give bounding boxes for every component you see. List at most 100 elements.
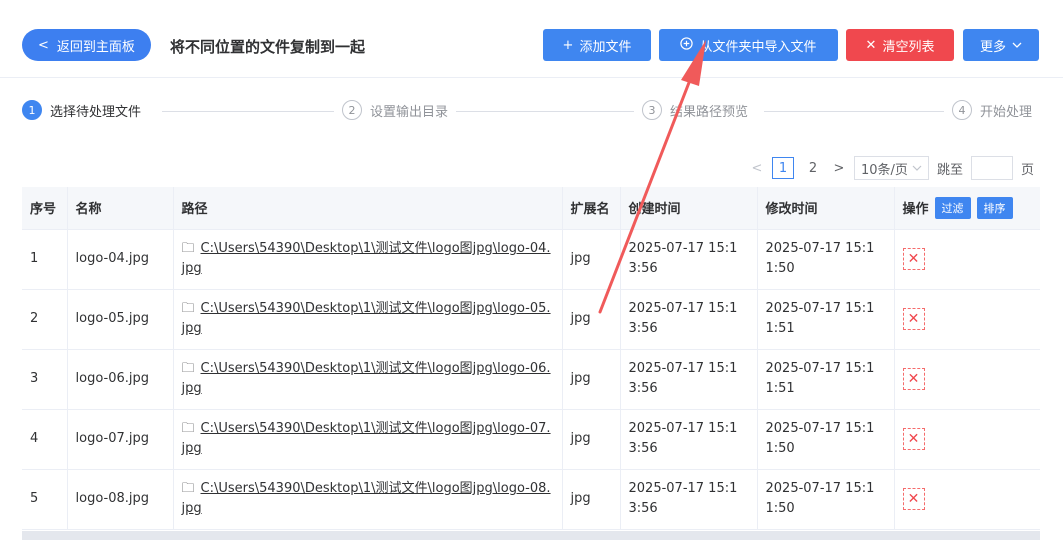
clear-list-button[interactable]: ✕ 清空列表 [846, 29, 954, 61]
col-index-header: 序号 [22, 187, 67, 230]
step-result-preview[interactable]: 3 结果路径预览 [634, 100, 757, 120]
close-icon: ✕ [865, 37, 877, 53]
step-select-files[interactable]: 1 选择待处理文件 [22, 100, 150, 120]
table-header-row: 序号 名称 路径 扩展名 创建时间 修改时间 操作 过滤 排序 [22, 187, 1040, 230]
back-to-dashboard-button[interactable]: < 返回到主面板 [22, 29, 151, 61]
row-actions: ✕ [893, 229, 1040, 290]
header-bar: < 返回到主面板 将不同位置的文件复制到一起 + 添加文件 从文件夹中导入文件 … [0, 0, 1063, 78]
add-file-label: 添加文件 [579, 39, 632, 55]
pagination: < 1 2 > 10条/页 跳至 页 [750, 156, 1034, 180]
modified-time: 2025-07-17 15:11:51 [756, 349, 894, 410]
step-number: 4 [952, 100, 972, 120]
page-1-button[interactable]: 1 [772, 157, 794, 179]
file-path-cell: 🗀 C:\Users\54390\Desktop\1\测试文件\logo图jpg\… [172, 289, 562, 350]
col-modified-header[interactable]: 修改时间 [756, 187, 894, 230]
step-connector [764, 111, 950, 112]
file-path-link[interactable]: C:\Users\54390\Desktop\1\测试文件\logo图jpg\l… [182, 241, 551, 276]
step-start-processing[interactable]: 4 开始处理 [944, 100, 1033, 120]
chevron-down-icon [1012, 38, 1022, 53]
step-number: 2 [342, 100, 362, 120]
folder-icon[interactable]: 🗀 [182, 479, 195, 499]
import-from-folder-button[interactable]: 从文件夹中导入文件 [659, 29, 838, 61]
clear-list-label: 清空列表 [882, 39, 935, 55]
modified-time: 2025-07-17 15:11:51 [756, 289, 894, 350]
file-path-link[interactable]: C:\Users\54390\Desktop\1\测试文件\logo图jpg\l… [182, 421, 551, 456]
created-time: 2025-07-17 15:13:56 [619, 409, 757, 470]
more-menu-button[interactable]: 更多 [963, 29, 1039, 61]
table-row[interactable]: 1 logo-04.jpg 🗀 C:\Users\54390\Desktop\1\测试… [22, 229, 1040, 290]
file-path-link[interactable]: C:\Users\54390\Desktop\1\测试文件\logo图jpg\l… [182, 301, 551, 336]
delete-row-button[interactable]: ✕ [902, 248, 925, 270]
file-path-link[interactable]: C:\Users\54390\Desktop\1\测试文件\logo图jpg\l… [182, 481, 551, 516]
page-suffix-label: 页 [1020, 162, 1034, 178]
col-actions-header: 操作 过滤 排序 [893, 187, 1040, 230]
step-number: 3 [642, 100, 662, 120]
file-path-cell: 🗀 C:\Users\54390\Desktop\1\测试文件\logo图jpg\… [172, 409, 562, 470]
col-name-header[interactable]: 名称 [66, 187, 173, 230]
filter-button[interactable]: 过滤 [934, 196, 971, 219]
file-name: logo-07.jpg [66, 409, 173, 470]
file-extension: jpg [561, 469, 620, 530]
prev-page-button[interactable]: < [750, 161, 764, 176]
file-name: logo-08.jpg [66, 469, 173, 530]
row-actions: ✕ [893, 409, 1040, 470]
created-time: 2025-07-17 15:13:56 [619, 469, 757, 530]
modified-time: 2025-07-17 15:11:50 [756, 469, 894, 530]
jump-to-label: 跳至 [936, 162, 963, 178]
folder-icon[interactable]: 🗀 [182, 239, 195, 259]
step-label: 设置输出目录 [370, 104, 449, 120]
next-page-button[interactable]: > [832, 161, 846, 176]
import-folder-label: 从文件夹中导入文件 [699, 39, 817, 55]
page-size-select[interactable]: 10条/页 [854, 156, 929, 180]
created-time: 2025-07-17 15:13:56 [619, 229, 757, 290]
row-index: 3 [22, 349, 67, 410]
actions-label: 操作 [902, 202, 929, 218]
add-file-button[interactable]: + 添加文件 [543, 29, 651, 61]
plus-circle-icon [680, 36, 694, 54]
chevron-left-icon: < [38, 37, 49, 53]
folder-icon[interactable]: 🗀 [182, 359, 195, 379]
sort-button[interactable]: 排序 [976, 196, 1013, 219]
step-connector [454, 111, 644, 112]
back-button-label: 返回到主面板 [56, 39, 135, 55]
row-index: 5 [22, 469, 67, 530]
step-label: 结果路径预览 [670, 104, 749, 120]
step-number: 1 [22, 100, 42, 120]
delete-row-button[interactable]: ✕ [902, 308, 925, 330]
jump-page-input[interactable] [970, 156, 1013, 180]
modified-time: 2025-07-17 15:11:50 [756, 229, 894, 290]
row-actions: ✕ [893, 469, 1040, 530]
folder-icon[interactable]: 🗀 [182, 299, 195, 319]
file-extension: jpg [561, 229, 620, 290]
created-time: 2025-07-17 15:13:56 [619, 289, 757, 350]
table-row[interactable]: 5 logo-08.jpg 🗀 C:\Users\54390\Desktop\1\测试… [22, 469, 1040, 530]
created-time: 2025-07-17 15:13:56 [619, 349, 757, 410]
file-table: 序号 名称 路径 扩展名 创建时间 修改时间 操作 过滤 排序 1 logo-04… [22, 187, 1040, 530]
row-actions: ✕ [893, 289, 1040, 350]
step-label: 开始处理 [980, 104, 1033, 120]
file-name: logo-06.jpg [66, 349, 173, 410]
row-actions: ✕ [893, 349, 1040, 410]
table-row[interactable]: 3 logo-06.jpg 🗀 C:\Users\54390\Desktop\1\测试… [22, 349, 1040, 410]
horizontal-scrollbar[interactable] [22, 531, 1040, 540]
file-extension: jpg [561, 289, 620, 350]
table-row[interactable]: 2 logo-05.jpg 🗀 C:\Users\54390\Desktop\1\测试… [22, 289, 1040, 350]
col-created-header[interactable]: 创建时间 [619, 187, 757, 230]
step-progress: 1 选择待处理文件 2 设置输出目录 3 结果路径预览 4 开始处理 [22, 100, 1042, 124]
file-path-link[interactable]: C:\Users\54390\Desktop\1\测试文件\logo图jpg\l… [182, 361, 551, 396]
file-path-cell: 🗀 C:\Users\54390\Desktop\1\测试文件\logo图jpg\… [172, 349, 562, 410]
delete-row-button[interactable]: ✕ [902, 368, 925, 390]
delete-row-button[interactable]: ✕ [902, 428, 925, 450]
col-path-header[interactable]: 路径 [172, 187, 562, 230]
delete-row-button[interactable]: ✕ [902, 488, 925, 510]
table-row[interactable]: 4 logo-07.jpg 🗀 C:\Users\54390\Desktop\1\测试… [22, 409, 1040, 470]
file-name: logo-05.jpg [66, 289, 173, 350]
modified-time: 2025-07-17 15:11:50 [756, 409, 894, 470]
step-connector [162, 111, 334, 112]
step-output-dir[interactable]: 2 设置输出目录 [334, 100, 457, 120]
file-name: logo-04.jpg [66, 229, 173, 290]
page-2-button[interactable]: 2 [802, 157, 824, 179]
folder-icon[interactable]: 🗀 [182, 419, 195, 439]
col-ext-header[interactable]: 扩展名 [561, 187, 620, 230]
page-size-value: 10条/页 [861, 162, 908, 178]
